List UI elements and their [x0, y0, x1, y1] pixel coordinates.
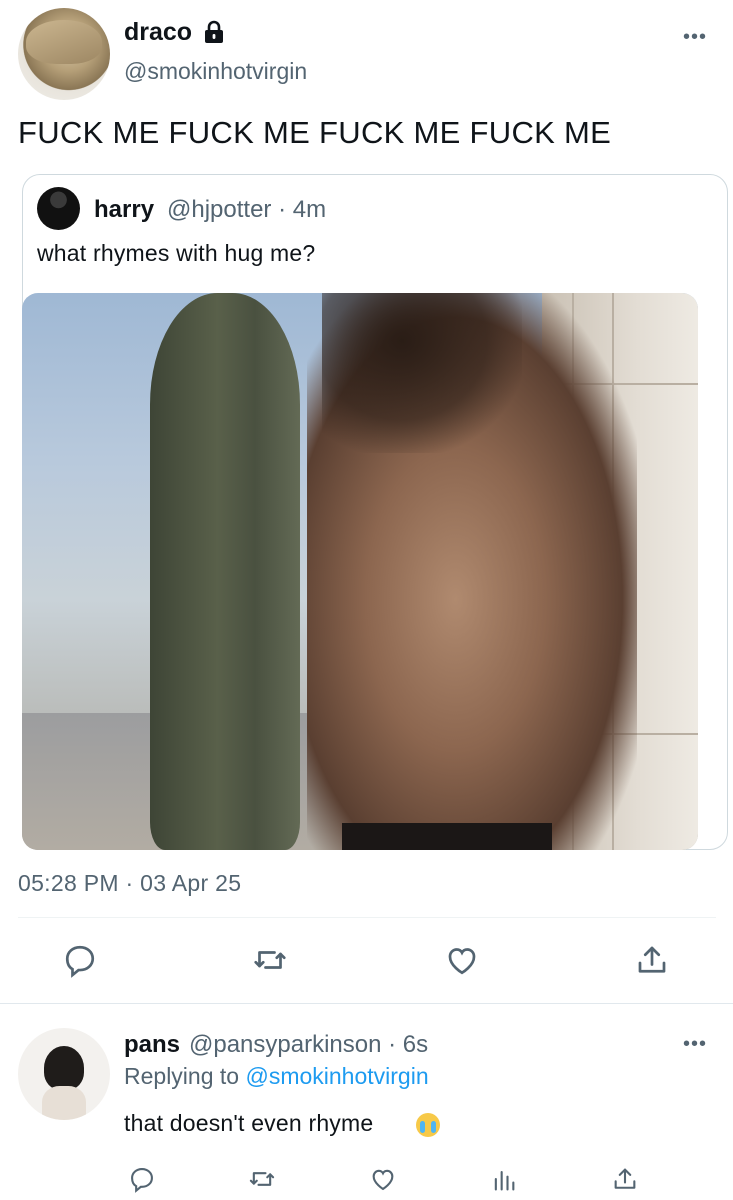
reply-author-meta: @pansyparkinson · 6s — [189, 1031, 429, 1058]
retweet-button[interactable] — [252, 942, 288, 978]
reply-icon — [131, 1168, 153, 1193]
lock-icon — [205, 20, 223, 43]
more-icon[interactable]: ••• — [683, 26, 709, 50]
reply-author-name[interactable]: pans — [124, 1031, 180, 1059]
author-display-name[interactable]: draco — [124, 18, 192, 47]
photo-waistband — [342, 823, 552, 850]
quoted-tweet-photo[interactable] — [22, 293, 698, 850]
reply-icon — [65, 945, 95, 978]
reply-reply-button[interactable] — [128, 1165, 156, 1193]
replying-to-label: Replying to — [124, 1063, 240, 1089]
like-icon — [448, 948, 476, 975]
reply-share-button[interactable] — [611, 1165, 639, 1193]
like-button[interactable] — [444, 942, 480, 978]
like-icon — [372, 1169, 394, 1191]
quoted-tweet-text: what rhymes with hug me? — [37, 240, 316, 266]
author-avatar[interactable] — [18, 8, 110, 100]
photo-cypress-tree — [150, 293, 300, 850]
quoted-author-name[interactable]: harry — [94, 196, 154, 224]
author-handle[interactable]: @smokinhotvirgin — [124, 58, 307, 85]
retweet-icon — [249, 1172, 275, 1186]
more-icon[interactable]: ••• — [683, 1033, 709, 1057]
tweet-timestamp[interactable]: 05:28 PM · 03 Apr 25 — [18, 870, 241, 897]
analytics-icon — [494, 1170, 515, 1191]
quoted-author-avatar[interactable] — [37, 187, 80, 230]
share-icon — [614, 1168, 636, 1189]
reply-text: that doesn't even rhyme — [124, 1110, 374, 1136]
divider — [18, 917, 716, 918]
reply-analytics-button[interactable] — [490, 1165, 518, 1193]
reply-button[interactable] — [62, 942, 98, 978]
reply-retweet-button[interactable] — [248, 1165, 276, 1193]
replying-to-mention[interactable]: @smokinhotvirgin — [245, 1063, 428, 1089]
reply-author-avatar[interactable] — [18, 1028, 110, 1120]
share-icon — [638, 946, 666, 973]
share-button[interactable] — [634, 942, 670, 978]
tweet-text: FUCK ME FUCK ME FUCK ME FUCK ME — [18, 115, 612, 150]
quoted-author-meta: @hjpotter · 4m — [167, 196, 327, 223]
divider — [0, 1003, 733, 1004]
loudly-crying-emoji-icon — [416, 1113, 440, 1137]
reply-like-button[interactable] — [369, 1165, 397, 1193]
photo-shadow — [322, 293, 522, 453]
retweet-icon — [254, 951, 286, 969]
replying-to: Replying to @smokinhotvirgin — [124, 1063, 429, 1090]
